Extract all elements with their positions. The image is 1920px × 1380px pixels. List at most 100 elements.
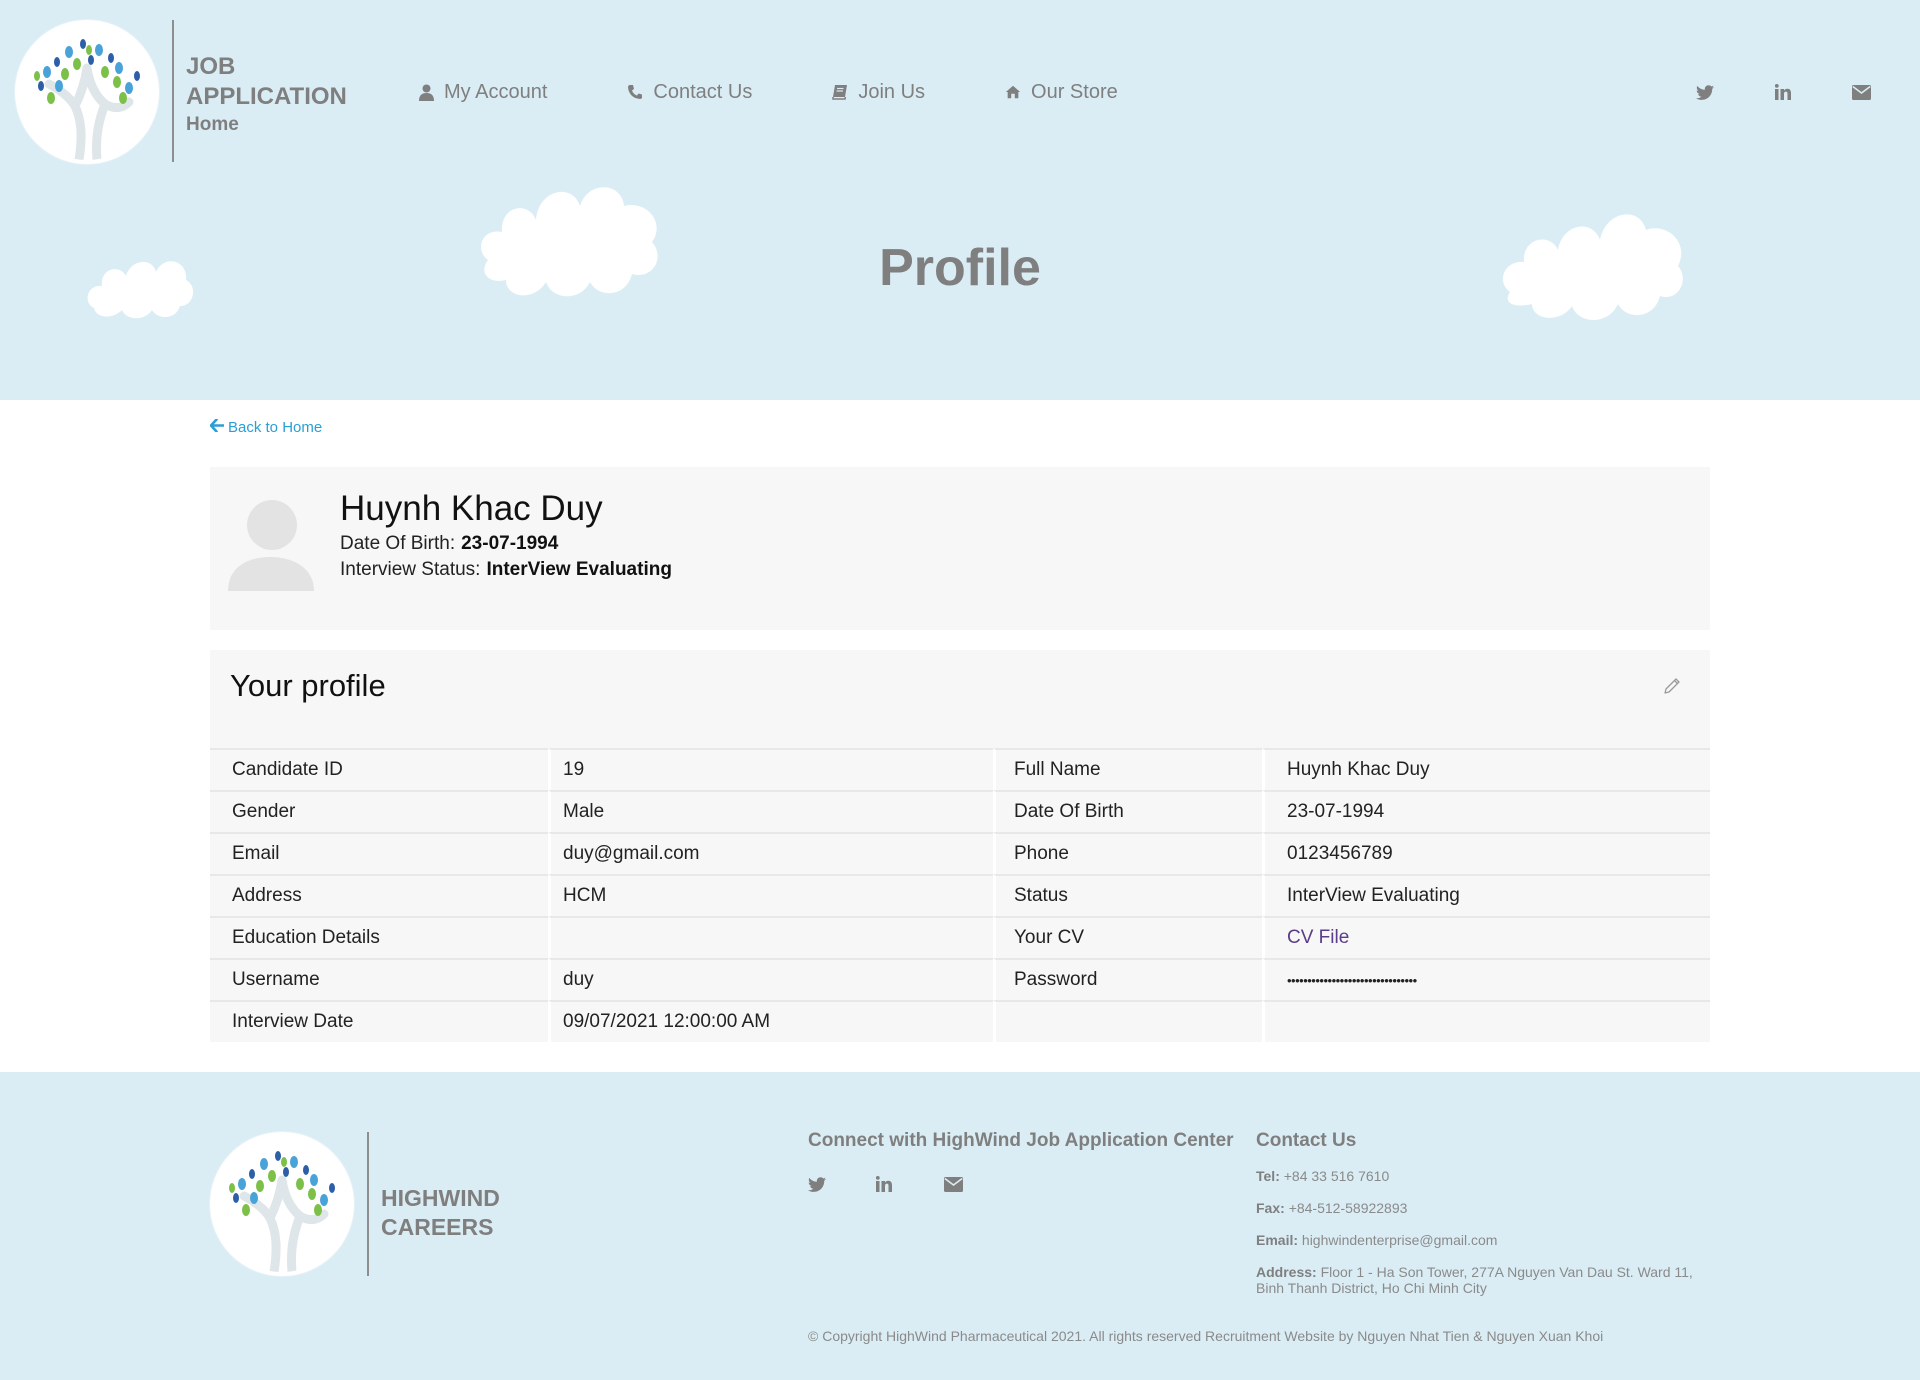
contact-email: Email: highwindenterprise@gmail.com bbox=[1256, 1232, 1696, 1248]
profile-table: Candidate ID 19 Full Name Huynh Khac Duy… bbox=[210, 748, 1710, 1042]
twitter-icon[interactable] bbox=[808, 1172, 876, 1196]
field-label: Interview Date bbox=[210, 1000, 548, 1042]
address-value: Floor 1 - Ha Son Tower, 277A Nguyen Van … bbox=[1256, 1264, 1693, 1296]
home-icon bbox=[1005, 83, 1021, 101]
connect-heading: Connect with HighWind Job Application Ce… bbox=[808, 1130, 1234, 1151]
field-value: duy bbox=[548, 958, 993, 1000]
profile-card: Your profile Candidate ID 19 Full Name H… bbox=[210, 650, 1710, 1042]
cv-file-link[interactable]: CV File bbox=[1287, 927, 1349, 948]
brand-line-2: APPLICATION bbox=[186, 83, 347, 110]
field-label: Your CV bbox=[993, 916, 1262, 958]
field-label bbox=[993, 1000, 1262, 1042]
field-value: 0123456789 bbox=[1262, 832, 1710, 874]
tel-value: +84 33 516 7610 bbox=[1283, 1168, 1390, 1184]
contact-fax: Fax: +84-512-58922893 bbox=[1256, 1200, 1696, 1216]
contact-heading: Contact Us bbox=[1256, 1130, 1357, 1151]
field-value bbox=[1262, 1000, 1710, 1042]
email-label: Email: bbox=[1256, 1232, 1299, 1248]
table-row: Candidate ID 19 Full Name Huynh Khac Duy bbox=[210, 748, 1710, 790]
candidate-summary-card: Huynh Khac Duy Date Of Birth: 23-07-1994 … bbox=[210, 467, 1710, 630]
summary-status: Interview Status: InterView Evaluating bbox=[340, 559, 672, 581]
linkedin-icon[interactable] bbox=[876, 1172, 944, 1196]
fax-label: Fax: bbox=[1256, 1200, 1285, 1216]
footer-social bbox=[808, 1172, 1012, 1196]
book-icon bbox=[832, 83, 848, 101]
header-social bbox=[1666, 78, 1900, 106]
avatar bbox=[226, 495, 314, 591]
field-label: Phone bbox=[993, 832, 1262, 874]
field-label: Email bbox=[210, 832, 548, 874]
field-value: InterView Evaluating bbox=[1262, 874, 1710, 916]
footer-brand-line-2: CAREERS bbox=[381, 1214, 494, 1240]
nav-label: Our Store bbox=[1031, 80, 1118, 103]
nav-join-us[interactable]: Join Us bbox=[832, 78, 925, 106]
arrow-left-icon bbox=[209, 418, 225, 436]
field-label: Education Details bbox=[210, 916, 548, 958]
nav-our-store[interactable]: Our Store bbox=[1005, 78, 1118, 106]
field-label: Username bbox=[210, 958, 548, 1000]
linkedin-icon[interactable] bbox=[1744, 78, 1822, 106]
profile-title: Your profile bbox=[230, 668, 386, 703]
table-row: Education Details Your CV CV File bbox=[210, 916, 1710, 958]
nav-label: Join Us bbox=[858, 80, 926, 103]
field-value: HCM bbox=[548, 874, 993, 916]
tree-logo[interactable] bbox=[210, 1132, 354, 1276]
nav-contact-us[interactable]: Contact Us bbox=[627, 78, 752, 106]
edit-pencil-icon[interactable] bbox=[1662, 676, 1682, 696]
main-nav: My Account Contact Us Join Us Our Store bbox=[418, 78, 1198, 106]
field-value: Huynh Khac Duy bbox=[1262, 748, 1710, 790]
site-brand[interactable]: JOB APPLICATION Home bbox=[186, 52, 347, 138]
tel-label: Tel: bbox=[1256, 1168, 1280, 1184]
envelope-icon[interactable] bbox=[1822, 78, 1900, 106]
footer-brand-line-1: HIGHWIND bbox=[381, 1185, 500, 1211]
back-to-home-label: Back to Home bbox=[228, 419, 323, 436]
brand-line-1: JOB bbox=[186, 53, 236, 80]
contact-address: Address: Floor 1 - Ha Son Tower, 277A Ng… bbox=[1256, 1264, 1696, 1296]
email-value[interactable]: highwindenterprise@gmail.com bbox=[1302, 1232, 1498, 1248]
brand-home[interactable]: Home bbox=[186, 112, 347, 138]
fax-value: +84-512-58922893 bbox=[1288, 1200, 1408, 1216]
table-row: Interview Date 09/07/2021 12:00:00 AM bbox=[210, 1000, 1710, 1042]
field-value: Male bbox=[548, 790, 993, 832]
field-value: 09/07/2021 12:00:00 AM bbox=[548, 1000, 993, 1042]
summary-dob-value: 23-07-1994 bbox=[461, 533, 559, 554]
field-label: Date Of Birth bbox=[993, 790, 1262, 832]
footer-brand: HIGHWIND CAREERS bbox=[381, 1184, 500, 1242]
nav-my-account[interactable]: My Account bbox=[418, 78, 547, 106]
field-label: Full Name bbox=[993, 748, 1262, 790]
table-row: Username duy Password ••••••••••••••••••… bbox=[210, 958, 1710, 1000]
envelope-icon[interactable] bbox=[944, 1172, 1012, 1196]
logo-divider bbox=[367, 1132, 369, 1276]
table-row: Address HCM Status InterView Evaluating bbox=[210, 874, 1710, 916]
field-value: CV File bbox=[1262, 916, 1710, 958]
field-value: 23-07-1994 bbox=[1262, 790, 1710, 832]
phone-icon bbox=[627, 83, 643, 101]
header: JOB APPLICATION Home My Account Contact … bbox=[0, 0, 1920, 400]
summary-dob: Date Of Birth: 23-07-1994 bbox=[340, 533, 558, 555]
field-label: Status bbox=[993, 874, 1262, 916]
field-label: Candidate ID bbox=[210, 748, 548, 790]
field-label: Password bbox=[993, 958, 1262, 1000]
field-label: Address bbox=[210, 874, 548, 916]
summary-status-label: Interview Status: bbox=[340, 559, 481, 580]
footer: HIGHWIND CAREERS Connect with HighWind J… bbox=[0, 1072, 1920, 1380]
candidate-name: Huynh Khac Duy bbox=[340, 489, 603, 528]
back-to-home-link[interactable]: Back to Home bbox=[209, 418, 323, 436]
user-icon bbox=[418, 83, 434, 101]
address-label: Address: bbox=[1256, 1264, 1317, 1280]
nav-label: Contact Us bbox=[653, 80, 753, 103]
field-value: 19 bbox=[548, 748, 993, 790]
twitter-icon[interactable] bbox=[1666, 78, 1744, 106]
contact-tel: Tel: +84 33 516 7610 bbox=[1256, 1168, 1696, 1184]
field-value: duy@gmail.com bbox=[548, 832, 993, 874]
password-value: •••••••••••••••••••••••••••••••• bbox=[1262, 958, 1710, 1000]
summary-dob-label: Date Of Birth: bbox=[340, 533, 456, 554]
copyright: © Copyright HighWind Pharmaceutical 2021… bbox=[808, 1328, 1604, 1344]
field-label: Gender bbox=[210, 790, 548, 832]
table-row: Email duy@gmail.com Phone 0123456789 bbox=[210, 832, 1710, 874]
logo-divider bbox=[172, 20, 174, 162]
tree-logo[interactable] bbox=[15, 20, 159, 164]
table-row: Gender Male Date Of Birth 23-07-1994 bbox=[210, 790, 1710, 832]
field-value bbox=[548, 916, 993, 958]
nav-label: My Account bbox=[444, 80, 548, 103]
